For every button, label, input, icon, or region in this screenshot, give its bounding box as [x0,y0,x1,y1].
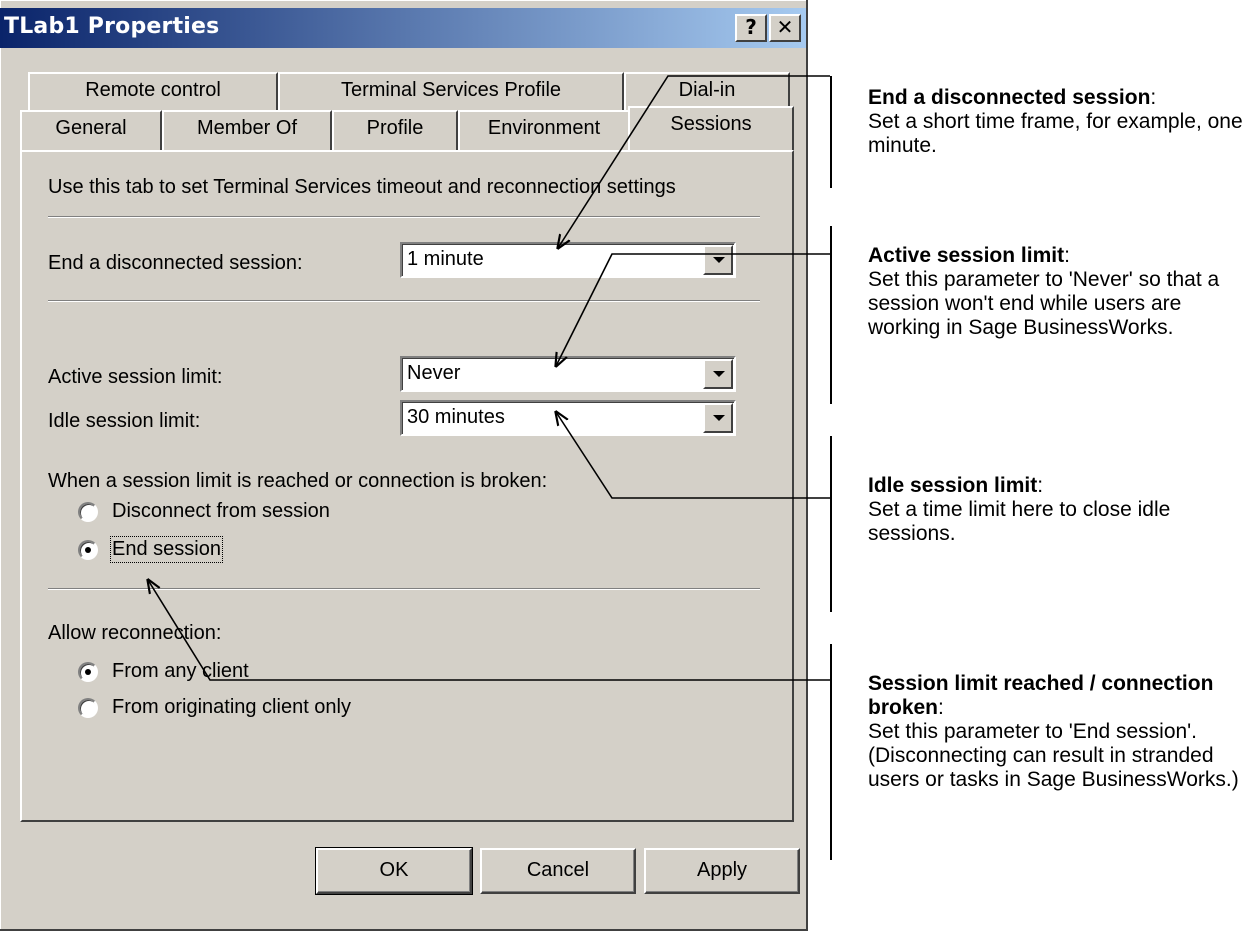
annotation-bracket [830,436,832,612]
radio-disconnect-from-session[interactable] [78,502,98,522]
annotation-body: Set a short time frame, for example, one… [868,110,1243,157]
active-limit-select[interactable]: Never [400,356,736,392]
reconnection-label: Allow reconnection: [48,622,222,644]
tab-sessions[interactable]: Sessions [628,106,794,150]
annotation-colon: : [1037,474,1044,497]
annotation-end-disconnected: End a disconnected session: Set a short … [868,86,1253,158]
active-limit-value: Never [407,362,461,384]
annotation-body: Set this parameter to 'Never' so that a … [868,268,1220,339]
annotation-body: Set this parameter to 'End session'. (Di… [868,720,1239,791]
annotation-colon: : [1150,86,1157,109]
separator [48,216,760,218]
window-title: TLab1 Properties [4,14,220,39]
description-text: Use this tab to set Terminal Services ti… [48,176,676,198]
title-bar[interactable]: TLab1 Properties ? ✕ [0,8,806,48]
separator [48,588,760,590]
end-disconnected-select[interactable]: 1 minute [400,242,736,278]
tab-environment[interactable]: Environment [458,110,630,150]
annotation-bracket [830,226,832,404]
separator [48,300,760,302]
cancel-button[interactable]: Cancel [480,848,636,894]
annotation-active-limit: Active session limit: Set this parameter… [868,244,1253,340]
active-limit-label: Active session limit: [48,366,223,388]
annotation-title: Session limit reached / connection broke… [868,672,1214,719]
idle-limit-select[interactable]: 30 minutes [400,400,736,436]
annotation-colon: : [1064,244,1070,267]
tab-dial-in[interactable]: Dial-in [624,72,790,110]
idle-limit-label: Idle session limit: [48,410,201,432]
tab-remote-control[interactable]: Remote control [28,72,278,110]
tab-terminal-services-profile[interactable]: Terminal Services Profile [278,72,624,110]
annotation-idle-limit: Idle session limit: Set a time limit her… [868,474,1253,546]
annotation-bracket [830,644,832,860]
radio-end-session[interactable] [78,540,98,560]
properties-dialog: TLab1 Properties ? ✕ Remote control Term… [0,0,808,931]
from-originating-client-label[interactable]: From originating client only [112,696,351,719]
dropdown-arrow-icon[interactable] [703,245,733,275]
tab-member-of[interactable]: Member Of [162,110,332,150]
close-button[interactable]: ✕ [769,14,801,42]
tab-profile[interactable]: Profile [332,110,458,150]
annotation-bracket [830,76,832,188]
dropdown-arrow-icon[interactable] [703,403,733,433]
annotation-colon: : [938,696,944,719]
end-disconnected-label: End a disconnected session: [48,252,303,274]
end-session-label[interactable]: End session [110,536,223,563]
annotation-body: Set a time limit here to close idle sess… [868,498,1171,545]
apply-button[interactable]: Apply [644,848,800,894]
from-any-client-label[interactable]: From any client [112,660,249,683]
annotation-title: Idle session limit [868,474,1038,497]
annotation-session-limit-reached: Session limit reached / connection broke… [868,672,1253,792]
dropdown-arrow-icon[interactable] [703,359,733,389]
annotation-title: Active session limit [868,244,1065,267]
idle-limit-value: 30 minutes [407,406,505,428]
help-button[interactable]: ? [735,14,767,42]
radio-from-any-client[interactable] [78,662,98,682]
end-disconnected-value: 1 minute [407,248,484,270]
ok-button[interactable]: OK [315,847,473,895]
annotation-title: End a disconnected session [868,86,1151,109]
tab-general[interactable]: General [20,110,162,150]
radio-from-originating-client[interactable] [78,698,98,718]
disconnect-from-session-label[interactable]: Disconnect from session [112,500,330,523]
limit-reached-label: When a session limit is reached or conne… [48,470,548,492]
